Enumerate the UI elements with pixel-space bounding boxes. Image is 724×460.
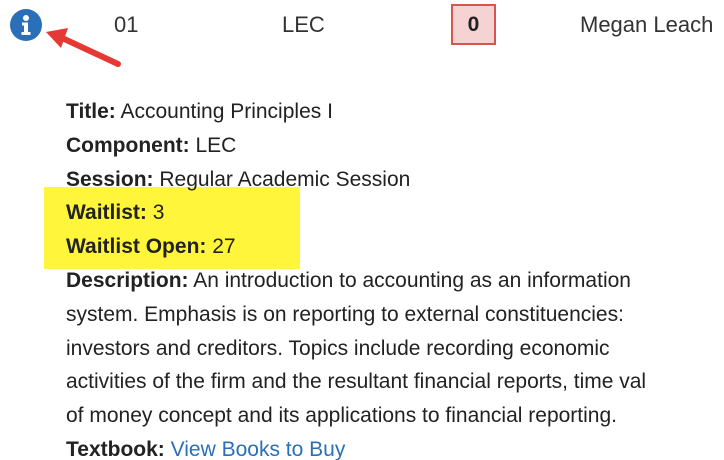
- waitlist-value: 3: [146, 201, 165, 225]
- description-text: of money concept and its applications to…: [66, 404, 617, 428]
- waitlist-open-label: Waitlist Open:: [66, 235, 207, 259]
- description-text: investors and creditors. Topics include …: [66, 336, 610, 360]
- textbook-label: Textbook:: [66, 437, 165, 460]
- component-code: LEC: [282, 12, 325, 37]
- detail-waitlist-open: Waitlist Open: 27: [66, 230, 724, 264]
- enrolled-count-badge: 0: [451, 4, 496, 45]
- session-label: Session:: [66, 167, 154, 191]
- waitlist-open-value: 27: [206, 235, 236, 259]
- detail-waitlist: Waitlist: 3: [66, 196, 724, 230]
- description-text: system. Emphasis is on reporting to exte…: [66, 302, 624, 326]
- instructor-name: Megan Leach: [580, 12, 714, 37]
- detail-component: Component: LEC: [66, 129, 724, 163]
- view-books-link[interactable]: View Books to Buy: [171, 438, 346, 460]
- description-text: activities of the firm and the resultant…: [66, 370, 647, 394]
- session-value: Regular Academic Session: [153, 167, 411, 191]
- title-value: Accounting Principles I: [115, 100, 333, 123]
- waitlist-label: Waitlist:: [66, 201, 147, 225]
- section-number: 01: [114, 12, 139, 37]
- class-details: Title: Accounting Principles I Component…: [66, 95, 724, 460]
- detail-session: Session: Regular Academic Session: [66, 163, 724, 197]
- info-icon[interactable]: [10, 9, 42, 41]
- component-value: LEC: [189, 133, 237, 157]
- component-label: Component:: [66, 133, 190, 157]
- description-text: An introduction to accounting as an info…: [188, 268, 631, 292]
- detail-title: Title: Accounting Principles I: [66, 95, 724, 129]
- title-label: Title:: [66, 100, 116, 123]
- detail-textbook: Textbook: View Books to Buy: [66, 433, 724, 460]
- description-label: Description:: [66, 268, 189, 292]
- class-section-row: 01 LEC 0 Megan Leach: [0, 0, 724, 50]
- detail-description: Description: An introduction to accounti…: [66, 264, 724, 298]
